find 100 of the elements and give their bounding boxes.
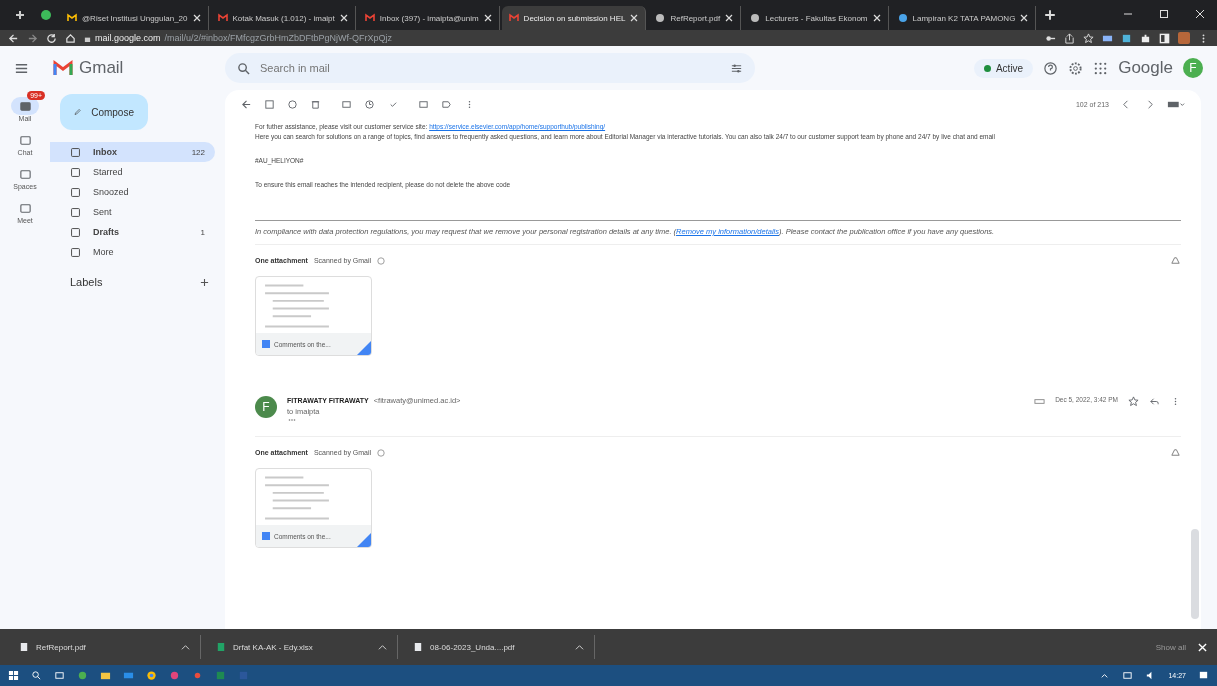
rail-icon bbox=[18, 167, 32, 181]
gmail-wordmark: Gmail bbox=[79, 58, 124, 78]
address-field[interactable]: mail.google.com /mail/u/2/#inbox/FMfcgzGrbHmZbDFtbPgNjWf-QFrXpQjz bbox=[84, 31, 1037, 45]
close-icon[interactable] bbox=[339, 14, 348, 22]
help-icon[interactable] bbox=[1043, 60, 1059, 76]
tab-favicon-icon bbox=[217, 13, 228, 23]
folder-icon bbox=[70, 246, 81, 258]
download-item[interactable]: Drfat KA-AK - Edy.xlsx bbox=[207, 635, 398, 659]
show-all-button[interactable]: Show all bbox=[1149, 641, 1192, 653]
add-label-icon[interactable] bbox=[200, 277, 209, 287]
nav-item[interactable]: Snoozed bbox=[50, 182, 215, 202]
reload-icon[interactable] bbox=[46, 32, 57, 44]
document-icon bbox=[262, 532, 270, 540]
tab-title: Kotak Masuk (1.012) - imaipt bbox=[232, 13, 335, 23]
download-name: RefReport.pdf bbox=[36, 642, 87, 652]
nav-label: Snoozed bbox=[93, 187, 130, 197]
nav-item[interactable]: More bbox=[50, 242, 215, 262]
tab-title: Lecturers - Fakultas Ekonom bbox=[765, 13, 868, 23]
app-icon[interactable] bbox=[77, 670, 88, 681]
folder-icon bbox=[70, 146, 81, 158]
extension-icon[interactable] bbox=[14, 9, 26, 21]
tab-title: @Riset Institusi Unggulan_20 bbox=[82, 13, 188, 23]
google-wordmark[interactable]: Google bbox=[1118, 58, 1173, 78]
side-panel-icon[interactable] bbox=[1159, 32, 1170, 44]
envelope-icon[interactable] bbox=[341, 98, 352, 110]
close-icon[interactable] bbox=[725, 14, 734, 22]
sender-avatar: F bbox=[255, 396, 277, 418]
rail-icon bbox=[18, 201, 32, 215]
download-name: 08-06-2023_Unda....pdf bbox=[430, 642, 516, 652]
corner-fold-icon bbox=[357, 341, 371, 355]
forward-arrow-icon[interactable] bbox=[27, 32, 38, 44]
compose-button[interactable]: Compose bbox=[60, 94, 148, 130]
archive-icon[interactable] bbox=[264, 98, 275, 110]
tab-favicon-icon bbox=[655, 13, 666, 23]
close-icon[interactable] bbox=[630, 14, 639, 22]
reply-icon[interactable] bbox=[1149, 396, 1160, 407]
document-preview-drawing bbox=[262, 475, 332, 521]
back-arrow-icon[interactable] bbox=[241, 98, 252, 110]
file-icon bbox=[217, 642, 225, 652]
labels-heading: Labels bbox=[70, 276, 103, 288]
network-icon[interactable] bbox=[1122, 670, 1134, 681]
nav-label: Drafts bbox=[93, 227, 120, 237]
pencil-icon bbox=[74, 106, 82, 118]
download-item[interactable]: 08-06-2023_Unda....pdf bbox=[404, 635, 595, 659]
maximize-icon[interactable] bbox=[1159, 9, 1169, 19]
close-icon[interactable] bbox=[1020, 14, 1029, 22]
download-item[interactable]: RefReport.pdf bbox=[10, 635, 201, 659]
browser-tab[interactable]: Decision on submission HEL bbox=[501, 6, 647, 30]
nav-label: More bbox=[93, 247, 115, 257]
close-icon[interactable] bbox=[1195, 9, 1205, 19]
close-icon[interactable] bbox=[483, 14, 492, 22]
tab-favicon-icon bbox=[508, 13, 519, 23]
nav-item[interactable]: Inbox 122 bbox=[50, 142, 215, 162]
nav-label: Inbox bbox=[93, 147, 118, 157]
report-icon[interactable] bbox=[287, 98, 298, 110]
file-icon bbox=[414, 642, 422, 652]
caret-icon[interactable] bbox=[378, 642, 387, 652]
search-icon[interactable] bbox=[237, 61, 250, 75]
caret-icon[interactable] bbox=[575, 642, 584, 652]
gmail-logo-icon[interactable] bbox=[53, 60, 73, 76]
nav-item[interactable]: Starred bbox=[50, 162, 215, 182]
apps-grid-icon[interactable] bbox=[1093, 60, 1109, 76]
caret-icon[interactable] bbox=[181, 642, 190, 652]
trash-icon[interactable] bbox=[310, 98, 321, 110]
new-tab-icon[interactable] bbox=[1044, 9, 1057, 21]
rail-icon bbox=[18, 133, 32, 147]
close-icon[interactable] bbox=[192, 14, 201, 22]
mail-icon[interactable] bbox=[123, 670, 134, 681]
search-field[interactable]: Search in mail bbox=[225, 53, 755, 83]
extension-icon[interactable] bbox=[1121, 32, 1132, 44]
search-input[interactable]: Search in mail bbox=[258, 61, 722, 75]
home-icon[interactable] bbox=[65, 32, 76, 44]
folder-icon bbox=[70, 186, 81, 198]
task-view-icon[interactable] bbox=[54, 670, 65, 681]
document-icon bbox=[262, 340, 270, 348]
clock-icon[interactable] bbox=[364, 98, 375, 110]
settings-icon[interactable] bbox=[1068, 60, 1084, 76]
share-icon[interactable] bbox=[1064, 32, 1075, 44]
scrollbar-thumb[interactable] bbox=[1191, 529, 1199, 619]
folder-icon[interactable] bbox=[100, 670, 111, 681]
drive-add-icon[interactable] bbox=[1170, 447, 1181, 458]
nav-item[interactable]: Sent bbox=[50, 202, 215, 222]
status-chip[interactable]: Active bbox=[973, 58, 1034, 78]
nav-count: 1 bbox=[200, 227, 205, 237]
search-icon[interactable] bbox=[31, 670, 42, 681]
drive-add-icon[interactable] bbox=[1170, 255, 1181, 266]
document-preview-drawing bbox=[262, 283, 332, 329]
folder-icon bbox=[70, 166, 81, 178]
app-icon[interactable] bbox=[40, 9, 52, 21]
label-icon[interactable] bbox=[441, 98, 452, 110]
browser-icon[interactable] bbox=[146, 670, 157, 681]
notification-icon[interactable] bbox=[1198, 670, 1209, 681]
windows-start-icon[interactable] bbox=[8, 670, 19, 681]
star-icon[interactable] bbox=[1128, 396, 1139, 407]
tab-title: RefReport.pdf bbox=[670, 13, 721, 23]
tab-favicon-icon bbox=[364, 13, 375, 23]
puzzle-icon[interactable] bbox=[1140, 32, 1151, 44]
nav-item[interactable]: Drafts 1 bbox=[50, 222, 215, 242]
close-icon[interactable] bbox=[872, 14, 881, 22]
folder-icon[interactable] bbox=[418, 98, 429, 110]
